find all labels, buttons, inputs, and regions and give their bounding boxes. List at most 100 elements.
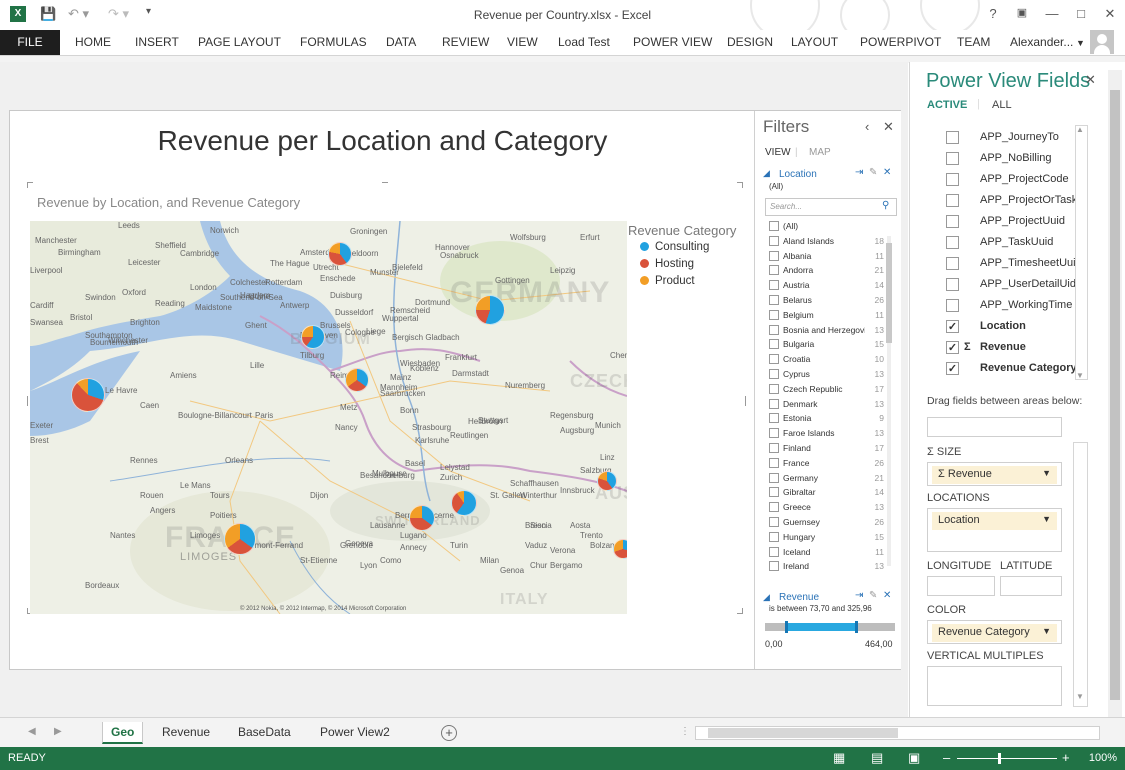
tab-powerpivot[interactable]: POWERPIVOT — [860, 35, 941, 49]
checkbox[interactable] — [946, 173, 959, 186]
field-item[interactable]: APP_ProjectCode — [946, 171, 1086, 189]
tab-page-layout[interactable]: PAGE LAYOUT — [198, 35, 281, 49]
tab-filter-map[interactable]: MAP — [809, 147, 831, 158]
report-title[interactable]: Revenue per Location and Category — [10, 125, 755, 157]
checkbox[interactable] — [769, 250, 779, 261]
location-filter-item[interactable]: Hungary 15 — [769, 531, 884, 546]
pie-marker[interactable] — [224, 523, 256, 555]
tab-home[interactable]: HOME — [75, 35, 111, 49]
pie-marker[interactable] — [475, 295, 505, 325]
resize-handle[interactable] — [737, 182, 743, 188]
location-filter-item[interactable]: Faroe Islands 13 — [769, 428, 884, 442]
location-filter-item[interactable]: Finland 17 — [769, 443, 884, 457]
checkbox[interactable] — [769, 428, 779, 439]
tab-layout[interactable]: LAYOUT — [791, 35, 838, 49]
zoom-in-icon[interactable]: + — [1062, 750, 1070, 765]
field-item[interactable]: ✓ Revenue Category — [946, 360, 1086, 378]
field-item[interactable]: APP_WorkingTime — [946, 297, 1086, 315]
zoom-slider[interactable] — [957, 753, 1057, 764]
checkbox[interactable] — [769, 472, 779, 483]
help-icon[interactable]: ? — [983, 6, 1003, 21]
field-list-scrollbar[interactable] — [1075, 125, 1088, 380]
tab-power-view[interactable]: POWER VIEW — [633, 35, 712, 49]
checkbox[interactable] — [769, 280, 779, 291]
checkbox[interactable] — [946, 236, 959, 249]
tab-design[interactable]: DESIGN — [727, 35, 773, 49]
field-area-placeholder[interactable] — [927, 417, 1062, 437]
checkbox[interactable] — [769, 265, 779, 276]
checkbox[interactable] — [946, 215, 959, 228]
dropdown-icon[interactable]: ▼ — [1042, 468, 1051, 478]
sheet-tab-geo[interactable]: Geo — [102, 722, 144, 744]
location-filter-item[interactable]: Bulgaria 15 — [769, 339, 884, 353]
location-filter-item[interactable]: Guernsey 26 — [769, 517, 884, 531]
location-search-input[interactable]: Search... — [765, 198, 897, 216]
map-visual[interactable]: FRANCE GERMANY BELGIUM SWITZERLAND CZECH… — [30, 221, 627, 614]
expand-triangle-icon[interactable]: ◢ — [763, 592, 770, 603]
resize-handle[interactable] — [740, 396, 746, 406]
ribbon-display-icon[interactable]: ▣ — [1012, 6, 1032, 19]
location-filter-item[interactable]: Ireland 13 — [769, 561, 884, 575]
avatar[interactable] — [1090, 30, 1114, 54]
close-filters-icon[interactable]: ✕ — [883, 119, 894, 135]
location-filter-item[interactable]: Albania 11 — [769, 250, 884, 265]
checkbox[interactable] — [946, 278, 959, 291]
location-filter-item[interactable]: Czech Republic 17 — [769, 383, 884, 398]
vertical-multiples-well[interactable] — [927, 666, 1062, 706]
location-filter-item[interactable]: Germany 21 — [769, 472, 884, 487]
normal-view-icon[interactable]: ▦ — [833, 750, 845, 766]
location-filter-item[interactable]: Austria 14 — [769, 280, 884, 294]
scroll-up-icon[interactable]: ▲ — [1076, 125, 1084, 134]
field-item[interactable]: APP_UserDetailUid — [946, 276, 1086, 294]
prev-sheet-icon[interactable]: ◀ — [28, 726, 36, 737]
checkbox[interactable] — [769, 221, 779, 231]
collapse-icon[interactable]: ‹ — [865, 119, 869, 134]
location-filter-item[interactable]: (All) — [769, 221, 884, 235]
checkbox[interactable] — [769, 546, 779, 557]
color-well[interactable]: Revenue Category ▼ — [927, 620, 1062, 644]
latitude-well[interactable] — [1000, 576, 1062, 596]
checkbox[interactable] — [946, 299, 959, 312]
sheet-tab-power-view2[interactable]: Power View2 — [312, 722, 398, 744]
areas-scrollbar[interactable] — [1073, 442, 1088, 707]
checkbox[interactable] — [769, 383, 779, 394]
location-filter-item[interactable]: Denmark 13 — [769, 398, 884, 413]
location-filter-item[interactable]: Belarus 26 — [769, 295, 884, 309]
range-handle-high[interactable] — [855, 621, 859, 633]
checkbox[interactable] — [769, 443, 779, 453]
locations-field-chip[interactable]: Location ▼ — [932, 512, 1057, 530]
field-item[interactable]: APP_TimesheetUuid — [946, 255, 1086, 273]
horizontal-scrollbar-thumb[interactable] — [708, 728, 898, 738]
checkbox[interactable] — [769, 309, 779, 320]
pie-marker[interactable] — [451, 490, 477, 516]
resize-handle[interactable] — [382, 182, 388, 188]
dropdown-icon[interactable]: ▼ — [1042, 514, 1051, 524]
file-tab[interactable]: FILE — [0, 30, 60, 55]
close-fields-icon[interactable]: ✕ — [1085, 72, 1096, 88]
tab-review[interactable]: REVIEW — [442, 35, 489, 49]
pane-scrollbar-thumb[interactable] — [1110, 90, 1120, 700]
longitude-well[interactable] — [927, 576, 995, 596]
field-item[interactable]: APP_JourneyTo — [946, 129, 1086, 147]
tab-view[interactable]: VIEW — [507, 35, 538, 49]
filter-scrollbar-thumb[interactable] — [886, 243, 892, 343]
resize-handle[interactable] — [737, 608, 743, 614]
checkbox[interactable] — [769, 354, 779, 365]
location-filter-item[interactable]: Iceland 11 — [769, 546, 884, 561]
checkbox[interactable] — [769, 413, 779, 424]
tab-team[interactable]: TEAM — [957, 35, 990, 49]
expand-triangle-icon[interactable]: ◢ — [763, 168, 770, 179]
location-filter-label[interactable]: Location — [779, 169, 817, 180]
scroll-split-icon[interactable]: ⋮ — [680, 726, 690, 737]
tab-data[interactable]: DATA — [386, 35, 416, 49]
field-item[interactable]: ✓ Location — [946, 318, 1086, 336]
pie-marker[interactable] — [613, 539, 627, 559]
maximize-icon[interactable]: □ — [1071, 6, 1091, 21]
close-icon[interactable]: ✕ — [1100, 6, 1120, 22]
tab-formulas[interactable]: FORMULAS — [300, 35, 367, 49]
checkbox[interactable] — [946, 152, 959, 165]
location-filter-item[interactable]: Greece 13 — [769, 502, 884, 516]
sheet-tab-basedata[interactable]: BaseData — [230, 722, 299, 744]
zoom-slider-thumb[interactable] — [998, 753, 1001, 764]
pie-marker[interactable] — [328, 242, 352, 266]
